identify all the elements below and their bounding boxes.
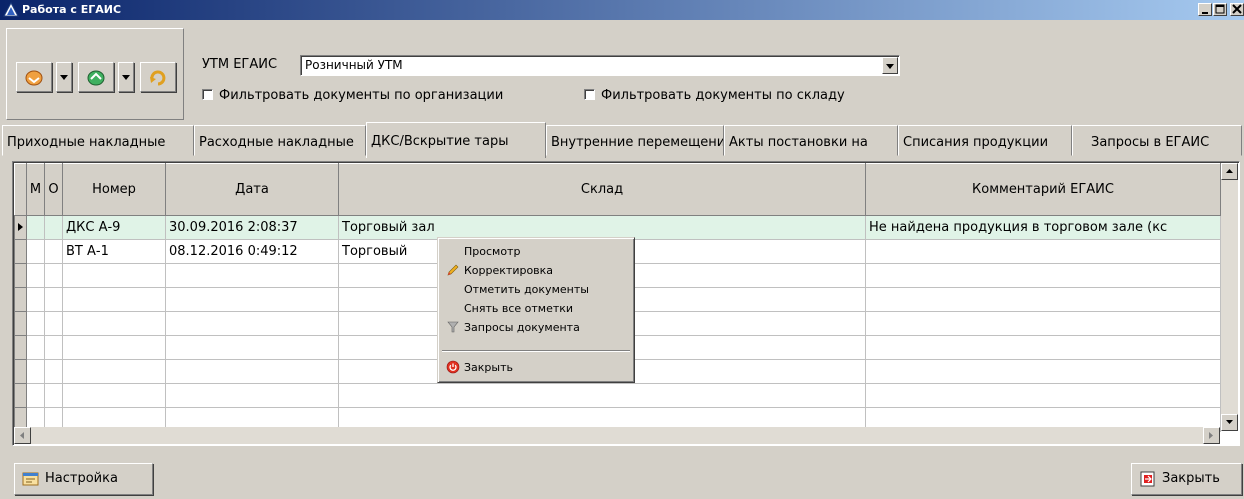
cell-m[interactable] <box>26 215 45 240</box>
cell-warehouse[interactable]: Торговый зал <box>338 215 866 240</box>
tab-egais-requests[interactable]: Запросы в ЕГАИС <box>1072 125 1242 156</box>
arrow-up-icon <box>1226 169 1233 173</box>
current-row-icon <box>18 223 23 231</box>
refresh-button[interactable] <box>140 62 176 92</box>
tab-internal-transfers[interactable]: Внутренние перемещения <box>546 125 724 156</box>
column-header-warehouse[interactable]: Склад <box>338 163 866 216</box>
cell-o[interactable] <box>44 215 63 240</box>
menu-item-label: Снять все отметки <box>464 302 574 315</box>
egais-window: Работа с ЕГАИС УТМ ЕГАИС Розничный УТМ Ф… <box>0 0 1244 499</box>
context-menu: Просмотр Корректировка Отметить документ… <box>437 237 635 383</box>
scroll-left-button[interactable] <box>14 427 31 444</box>
window-title: Работа с ЕГАИС <box>22 3 122 16</box>
column-header-egais-comment[interactable]: Комментарий ЕГАИС <box>865 163 1221 216</box>
arrow-left-icon <box>20 432 24 439</box>
menu-item-clear-marks[interactable]: Снять все отметки <box>442 299 632 318</box>
maximize-icon <box>1215 4 1225 14</box>
receive-icon <box>25 70 43 86</box>
menu-item-label: Закрыть <box>464 361 513 374</box>
filter-by-org-label: Фильтровать документы по организации <box>219 88 504 103</box>
close-window-button[interactable] <box>1230 3 1244 16</box>
receive-button[interactable] <box>16 62 52 92</box>
menu-item-label: Просмотр <box>464 245 521 258</box>
document-tabs: Приходные накладные Расходные накладные … <box>0 122 1244 158</box>
menu-item-label: Запросы документа <box>464 321 580 334</box>
cell-m[interactable] <box>26 239 45 264</box>
horizontal-scrollbar[interactable] <box>14 427 1220 444</box>
menu-item-label: Корректировка <box>464 264 554 277</box>
menu-item-label: Отметить документы <box>464 283 589 296</box>
checkbox-box[interactable] <box>584 89 595 100</box>
filter-by-org-checkbox[interactable]: Фильтровать документы по организации <box>202 88 503 103</box>
menu-item-edit[interactable]: Корректировка <box>442 261 632 280</box>
scroll-right-button[interactable] <box>1203 427 1220 444</box>
menu-item-close[interactable]: Закрыть <box>442 358 632 377</box>
filter-by-warehouse-label: Фильтровать документы по складу <box>601 88 845 103</box>
tab-outgoing-invoices[interactable]: Расходные накладные <box>194 125 366 156</box>
send-dropdown[interactable] <box>118 62 134 92</box>
bottom-bar: Настройка Закрыть <box>0 450 1244 499</box>
arrow-right-icon <box>1209 432 1213 439</box>
settings-icon <box>22 472 39 486</box>
chevron-down-icon <box>122 75 130 80</box>
cell-comment[interactable] <box>865 239 1221 264</box>
table-header-row: М О Номер Дата Склад Комментарий ЕГАИС <box>14 163 1221 216</box>
minimize-button[interactable] <box>1198 3 1212 16</box>
chevron-down-icon <box>60 75 68 80</box>
tab-registration-acts[interactable]: Акты постановки на <box>724 125 898 156</box>
row-indicator-header <box>14 163 27 216</box>
cell-comment[interactable]: Не найдена продукция в торговом зале (кс <box>865 215 1221 240</box>
scroll-down-button[interactable] <box>1221 414 1238 431</box>
settings-button[interactable]: Настройка <box>14 463 153 495</box>
cell-o[interactable] <box>44 239 63 264</box>
table-row-empty <box>14 383 1221 408</box>
title-bar: Работа с ЕГАИС <box>0 0 1244 20</box>
utm-select[interactable]: Розничный УТМ <box>300 55 900 76</box>
close-icon <box>1232 4 1242 14</box>
vertical-scrollbar[interactable] <box>1221 163 1238 431</box>
close-button-label: Закрыть <box>1162 471 1220 486</box>
utm-select-arrow[interactable] <box>882 57 898 74</box>
maximize-button[interactable] <box>1213 3 1227 16</box>
scroll-up-button[interactable] <box>1221 163 1238 180</box>
menu-separator <box>442 350 630 352</box>
power-icon <box>446 360 460 374</box>
pencil-icon <box>447 264 459 276</box>
utm-label: УТМ ЕГАИС <box>202 57 278 72</box>
checkbox-box[interactable] <box>202 89 213 100</box>
column-header-m[interactable]: М <box>26 163 45 216</box>
cell-date[interactable]: 08.12.2016 0:49:12 <box>165 239 339 264</box>
column-header-number[interactable]: Номер <box>62 163 166 216</box>
chevron-down-icon <box>886 64 894 69</box>
tab-dks-opening[interactable]: ДКС/Вскрытие тары <box>366 122 546 158</box>
receive-dropdown[interactable] <box>56 62 72 92</box>
tab-incoming-invoices[interactable]: Приходные накладные <box>2 125 194 156</box>
minimize-icon <box>1202 12 1208 14</box>
send-icon <box>87 70 105 86</box>
utm-select-value: Розничный УТМ <box>305 58 403 72</box>
column-header-date[interactable]: Дата <box>165 163 339 216</box>
send-button[interactable] <box>78 62 114 92</box>
column-header-o[interactable]: О <box>44 163 63 216</box>
app-icon <box>3 2 19 17</box>
menu-item-mark-documents[interactable]: Отметить документы <box>442 280 632 299</box>
refresh-icon <box>150 70 166 86</box>
cell-number[interactable]: ДКС А-9 <box>62 215 166 240</box>
menu-item-document-requests[interactable]: Запросы документа <box>442 318 632 337</box>
row-indicator[interactable] <box>14 215 27 240</box>
close-button[interactable]: Закрыть <box>1131 463 1242 495</box>
exit-icon <box>1140 471 1155 487</box>
filter-icon <box>447 321 459 333</box>
tab-writeoffs[interactable]: Списания продукции <box>898 125 1072 156</box>
table-row[interactable]: ДКС А-9 30.09.2016 2:08:37 Торговый зал … <box>14 215 1221 240</box>
row-indicator[interactable] <box>14 239 27 264</box>
cell-date[interactable]: 30.09.2016 2:08:37 <box>165 215 339 240</box>
menu-item-view[interactable]: Просмотр <box>442 242 632 261</box>
arrow-down-icon <box>1226 420 1233 424</box>
filter-by-warehouse-checkbox[interactable]: Фильтровать документы по складу <box>584 88 845 103</box>
cell-number[interactable]: ВТ А-1 <box>62 239 166 264</box>
settings-button-label: Настройка <box>45 471 118 486</box>
